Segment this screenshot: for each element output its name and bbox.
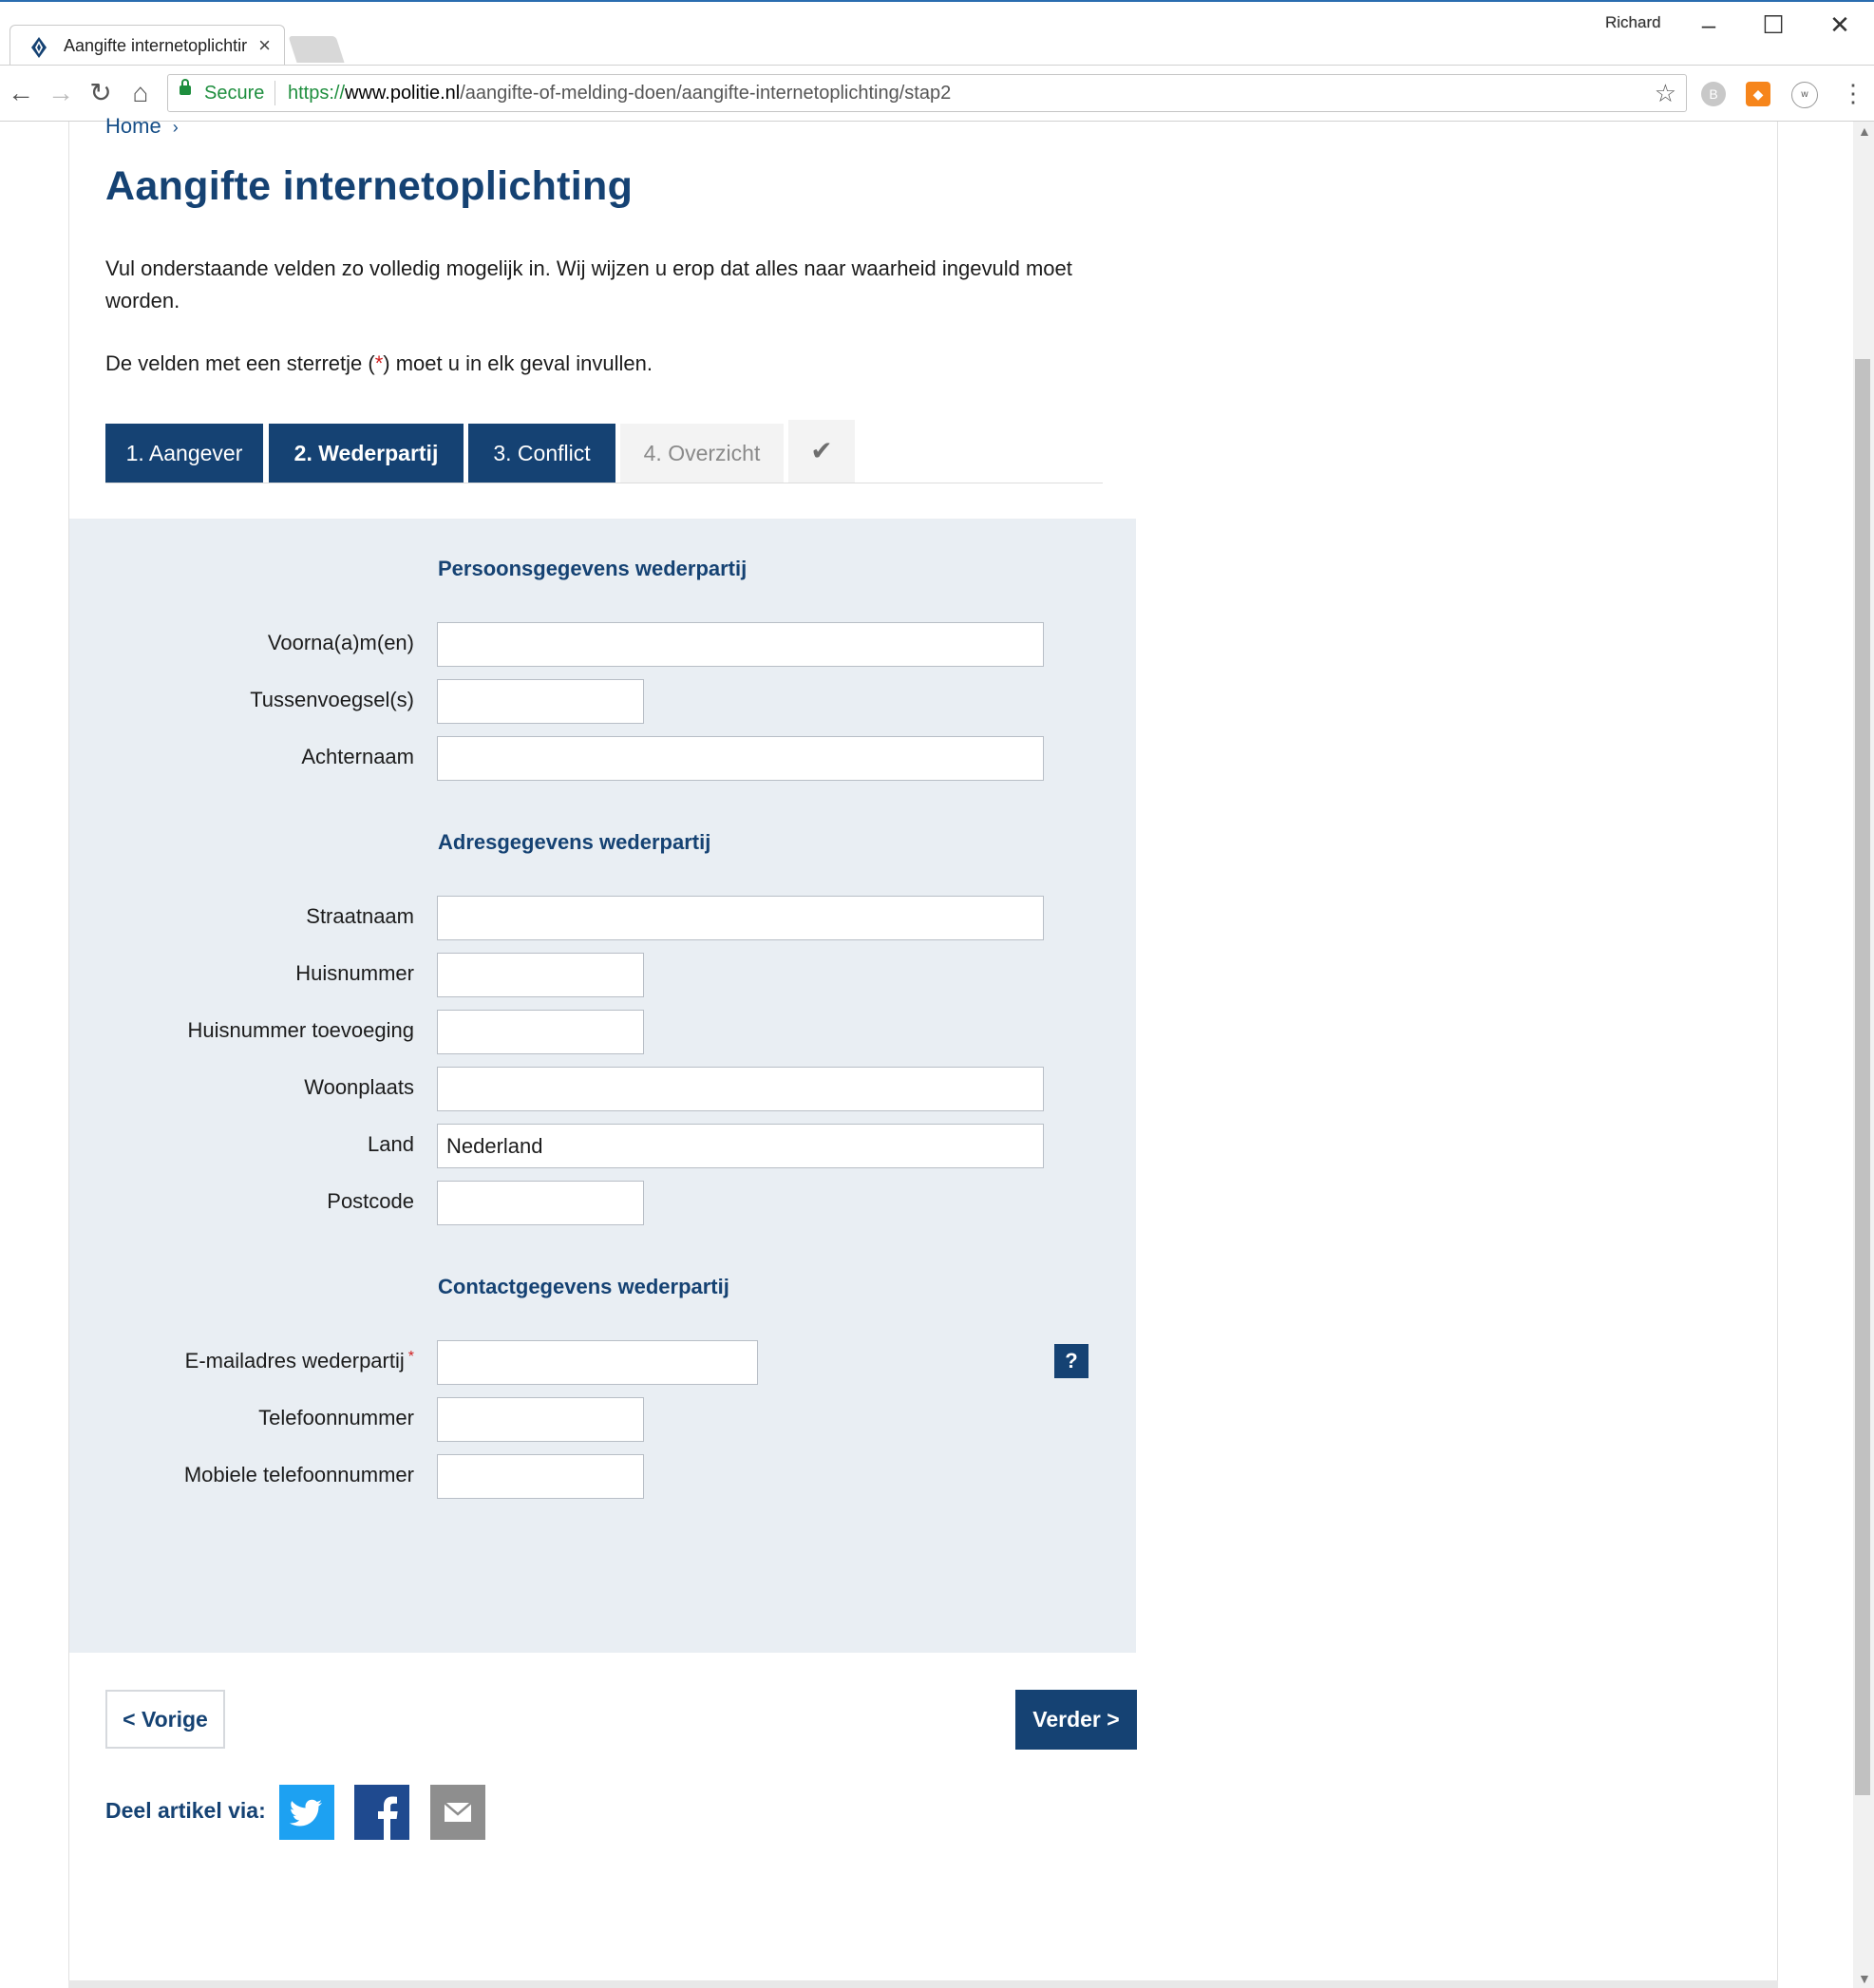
firstnames-input[interactable] xyxy=(437,622,1044,667)
lastname-input[interactable] xyxy=(437,736,1044,781)
browser-tab[interactable]: Aangifte internetoplichtir × xyxy=(9,25,285,68)
scrollbar-thumb[interactable] xyxy=(1855,359,1870,1795)
street-input[interactable] xyxy=(437,896,1044,940)
postcode-input[interactable] xyxy=(437,1181,644,1225)
close-window-icon[interactable]: ✕ xyxy=(1808,6,1872,44)
politie-favicon-icon xyxy=(31,37,47,58)
label-email-text: E-mailadres wederpartij xyxy=(184,1349,405,1373)
home-icon[interactable]: ⌂ xyxy=(123,77,158,111)
label-housenumber: Huisnummer xyxy=(295,961,414,985)
step-1-aangever[interactable]: 1. Aangever xyxy=(105,424,263,483)
browser-titlebar: Aangifte internetoplichtir × Richard – ☐… xyxy=(0,0,1874,68)
extension-w-icon[interactable]: w xyxy=(1791,82,1818,108)
label-mobile: Mobiele telefoonnummer xyxy=(183,1463,414,1486)
label-email: E-mailadres wederpartij * xyxy=(185,1349,414,1373)
address-bar[interactable]: Secure https://www.politie.nl/aangifte-o… xyxy=(167,74,1687,112)
profile-name[interactable]: Richard xyxy=(1605,13,1661,32)
scroll-up-icon[interactable]: ▲ xyxy=(1858,123,1871,139)
next-button[interactable]: Verder > xyxy=(1015,1690,1137,1750)
infix-input[interactable] xyxy=(437,679,644,724)
bookmark-star-icon[interactable]: ☆ xyxy=(1655,79,1676,108)
label-city: Woonplaats xyxy=(304,1075,414,1099)
share-label: Deel artikel via: xyxy=(105,1798,266,1823)
maximize-icon[interactable]: ☐ xyxy=(1741,6,1806,44)
url-scheme: https:// xyxy=(288,83,346,104)
extension-b-icon[interactable]: B xyxy=(1701,82,1726,106)
country-input[interactable] xyxy=(437,1124,1044,1168)
intro-text: Vul onderstaande velden zo volledig moge… xyxy=(105,256,1072,312)
section-title-person: Persoonsgegevens wederpartij xyxy=(438,557,748,580)
label-phone: Telefoonnummer xyxy=(258,1406,414,1429)
url-path: /aangifte-of-melding-doen/aangifte-inter… xyxy=(460,83,952,104)
page-title: Aangifte internetoplichting xyxy=(105,163,634,209)
facebook-icon[interactable] xyxy=(354,1785,409,1840)
new-tab-button[interactable] xyxy=(288,36,345,63)
breadcrumb-home-link[interactable]: Home xyxy=(105,114,161,138)
url-text[interactable]: https://www.politie.nl/aangifte-of-meldi… xyxy=(288,83,951,104)
required-star: * xyxy=(374,351,384,375)
forward-icon[interactable]: → xyxy=(44,77,78,111)
label-postcode: Postcode xyxy=(327,1189,414,1213)
email-help-button[interactable]: ? xyxy=(1054,1344,1088,1378)
scroll-down-icon[interactable]: ▼ xyxy=(1858,1971,1871,1986)
step-complete-check-icon: ✔ xyxy=(788,420,855,483)
back-icon[interactable]: ← xyxy=(4,77,38,111)
omnibox-divider xyxy=(274,81,275,105)
label-housenumber-suffix: Huisnummer toevoeging xyxy=(187,1018,414,1042)
step-3-conflict[interactable]: 3. Conflict xyxy=(468,424,615,483)
label-lastname: Achternaam xyxy=(301,745,414,768)
browser-toolbar: ← → ↻ ⌂ Secure https://www.politie.nl/aa… xyxy=(0,65,1874,122)
label-infix: Tussenvoegsel(s) xyxy=(250,688,414,711)
lock-icon xyxy=(180,79,191,95)
mobile-input[interactable] xyxy=(437,1454,644,1499)
breadcrumb-separator: › xyxy=(172,118,179,137)
reload-icon[interactable]: ↻ xyxy=(84,77,118,111)
housenumber-suffix-input[interactable] xyxy=(437,1010,644,1054)
metamask-icon[interactable]: ◆ xyxy=(1746,82,1770,106)
label-street: Straatnaam xyxy=(306,904,414,928)
envelope-glyph xyxy=(444,1802,472,1822)
required-note: De velden met een sterretje (*) moet u i… xyxy=(105,351,653,376)
housenumber-input[interactable] xyxy=(437,953,644,997)
step-4-overzicht: 4. Overzicht xyxy=(620,424,784,483)
step-2-wederpartij[interactable]: 2. Wederpartij xyxy=(269,424,464,483)
page-footer-edge xyxy=(68,1980,1778,1988)
email-input[interactable] xyxy=(437,1340,758,1385)
label-firstnames: Voorna(a)m(en) xyxy=(267,631,414,654)
tab-close-icon[interactable]: × xyxy=(258,33,271,58)
label-country: Land xyxy=(368,1132,414,1156)
page-border-right xyxy=(1777,122,1778,1988)
section-title-contact: Contactgegevens wederpartij xyxy=(438,1275,729,1298)
minimize-icon[interactable]: – xyxy=(1676,6,1741,44)
required-star-email: * xyxy=(407,1349,414,1365)
breadcrumb: Home › xyxy=(105,114,179,139)
twitter-bird-glyph xyxy=(289,1799,322,1827)
url-host: www.politie.nl xyxy=(345,83,461,104)
tab-title: Aangifte internetoplichtir xyxy=(64,36,248,55)
required-note-after: ) moet u in elk geval invullen. xyxy=(383,351,653,375)
city-input[interactable] xyxy=(437,1067,1044,1111)
facebook-f-glyph xyxy=(378,1796,398,1840)
section-title-address: Adresgegevens wederpartij xyxy=(438,830,711,854)
phone-input[interactable] xyxy=(437,1397,644,1442)
secure-label: Secure xyxy=(204,83,265,104)
mail-icon[interactable] xyxy=(430,1785,485,1840)
browser-menu-icon[interactable]: ⋮ xyxy=(1841,79,1865,108)
twitter-icon[interactable] xyxy=(279,1785,334,1840)
required-note-before: De velden met een sterretje ( xyxy=(105,351,375,375)
previous-button[interactable]: < Vorige xyxy=(105,1690,225,1749)
